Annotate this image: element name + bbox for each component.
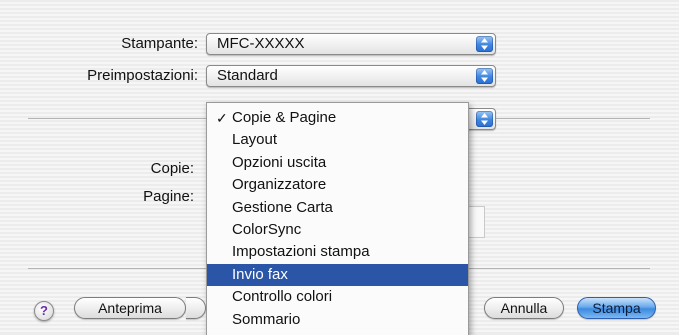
cancel-button[interactable]: Annulla xyxy=(484,297,564,319)
menu-item[interactable]: ColorSync xyxy=(207,219,468,241)
up-down-arrows-icon xyxy=(476,111,493,127)
menu-item[interactable]: Impostazioni stampa xyxy=(207,241,468,263)
menu-item-label: Sommario xyxy=(232,310,301,328)
presets-value: Standard xyxy=(217,67,278,84)
menu-item[interactable]: Layout xyxy=(207,129,468,151)
menu-item[interactable]: Opzioni uscita xyxy=(207,152,468,174)
menu-item-label: Opzioni uscita xyxy=(232,153,327,171)
menu-item-label: Gestione Carta xyxy=(232,198,333,216)
printer-label: Stampante: xyxy=(121,35,198,52)
printer-value: MFC-XXXXX xyxy=(217,35,305,52)
menu-item[interactable]: Sommario xyxy=(207,309,468,331)
up-down-arrows-icon xyxy=(476,68,493,84)
menu-item[interactable]: Gestione Carta xyxy=(207,197,468,219)
help-icon[interactable]: ? xyxy=(34,301,54,321)
panel-separator-right xyxy=(496,118,650,119)
preview-edge-button[interactable] xyxy=(186,297,206,319)
menu-item-label: Organizzatore xyxy=(232,176,327,194)
menu-item[interactable]: Organizzatore xyxy=(207,174,468,196)
print-button[interactable]: Stampa xyxy=(577,297,656,319)
checkmark-icon: ✓ xyxy=(216,110,228,126)
panel-separator-left xyxy=(28,118,206,119)
pages-label: Pagine: xyxy=(143,188,194,205)
presets-popup[interactable]: Standard xyxy=(206,65,496,87)
bottom-separator-right xyxy=(467,268,650,269)
printer-popup[interactable]: MFC-XXXXX xyxy=(206,33,496,55)
copies-label: Copie: xyxy=(150,160,194,177)
menu-item[interactable]: ✓ Copie & Pagine xyxy=(207,107,468,129)
menu-item-label: ColorSync xyxy=(232,221,302,238)
menu-item-label: Invio fax xyxy=(232,265,288,283)
menu-item-label: Controllo colori xyxy=(232,288,333,306)
menu-item-label: Impostazioni stampa xyxy=(232,243,370,261)
up-down-arrows-icon xyxy=(476,36,493,52)
menu-item-label: Layout xyxy=(232,131,278,149)
menu-item[interactable]: Controllo colori xyxy=(207,286,468,308)
background-field xyxy=(468,206,485,238)
menu-item[interactable]: Invio fax xyxy=(207,263,468,286)
bottom-separator-left xyxy=(28,268,206,269)
panel-dropdown-menu[interactable]: ✓ Copie & Pagine Layout Opzioni uscita Organ… xyxy=(206,102,469,335)
preview-button[interactable]: Anteprima xyxy=(74,297,186,319)
presets-label: Preimpostazioni: xyxy=(87,67,198,84)
menu-item-label: Copie & Pagine xyxy=(232,109,337,126)
